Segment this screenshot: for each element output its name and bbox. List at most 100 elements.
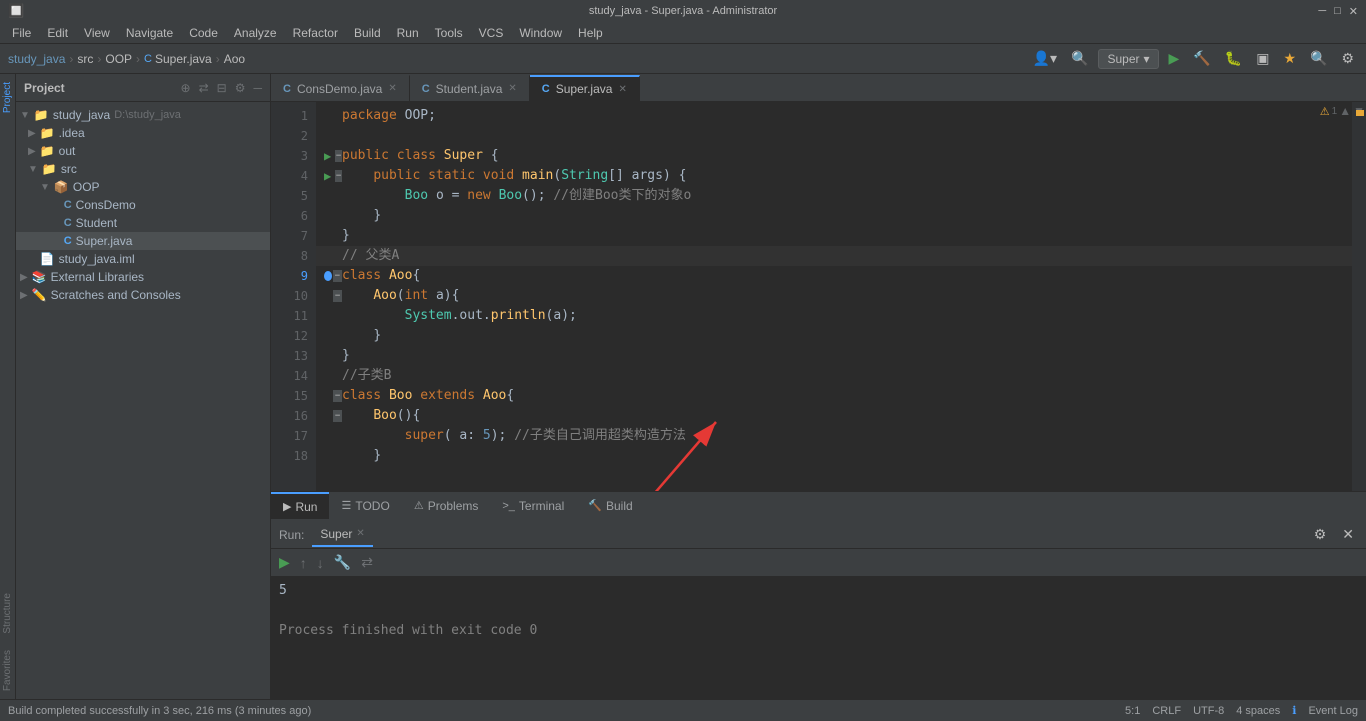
tree-item-iml[interactable]: ▶ 📄 study_java.iml [16, 250, 270, 268]
run-gutter-4[interactable]: ▶ [324, 166, 331, 186]
run-gutter-3[interactable]: ▶ [324, 146, 331, 166]
iml-icon: 📄 [40, 252, 55, 266]
bottom-tab-run[interactable]: ▶ Run [271, 492, 329, 519]
breadcrumb-class[interactable]: Aoo [224, 52, 245, 66]
tree-item-scratches[interactable]: ▶ ✏️ Scratches and Consoles [16, 286, 270, 304]
indent[interactable]: 4 spaces [1236, 705, 1280, 717]
bottom-tab-todo[interactable]: ☰ TODO [329, 492, 401, 519]
tree-item-root[interactable]: ▼ 📁 study_java D:\study_java [16, 106, 270, 124]
find-button[interactable]: 🔍 [1306, 48, 1331, 69]
fold-btn-3[interactable]: − [335, 150, 342, 162]
tab-super[interactable]: C Super.java ✕ [530, 75, 640, 101]
sidebar-tabs: Project Structure Favorites [0, 74, 16, 699]
student-tab-icon: C [422, 83, 430, 95]
breakpoint-9[interactable] [324, 271, 332, 281]
menu-window[interactable]: Window [511, 24, 570, 42]
run-label: Run: [279, 528, 304, 542]
menu-help[interactable]: Help [570, 24, 611, 42]
fold-btn-10[interactable]: − [333, 290, 342, 302]
scratches-icon: ✏️ [32, 288, 47, 302]
breadcrumb-project[interactable]: study_java [8, 52, 65, 66]
oop-folder-icon: 📦 [54, 180, 69, 194]
bottom-tab-problems[interactable]: ⚠ Problems [402, 492, 491, 519]
menu-build[interactable]: Build [346, 24, 389, 42]
debug-button[interactable]: 🐛 [1221, 48, 1246, 69]
build-status: Build completed successfully in 3 sec, 2… [8, 705, 311, 717]
menu-view[interactable]: View [76, 24, 118, 42]
breadcrumb-src[interactable]: src [77, 52, 93, 66]
project-panel: Project ⊕ ⇄ ⊟ ⚙ ─ ▼ 📁 study_java D:\stud… [16, 74, 271, 699]
run-config-selector[interactable]: Super ▾ [1098, 49, 1158, 69]
fold-btn-15[interactable]: − [333, 390, 342, 402]
settings-button[interactable]: ⚙ [1337, 48, 1358, 69]
menu-refactor[interactable]: Refactor [285, 24, 346, 42]
filter-btn[interactable]: 🔧 [330, 552, 355, 573]
scroll-down-btn[interactable]: ↓ [313, 553, 328, 573]
tab-student[interactable]: C Student.java ✕ [410, 75, 530, 101]
build-button[interactable]: 🔨 [1189, 48, 1214, 69]
run-settings-btn[interactable]: ⚙ [1310, 524, 1331, 545]
add-icon[interactable]: ⊕ [181, 81, 191, 95]
menu-code[interactable]: Code [181, 24, 226, 42]
coverage-button[interactable]: ▣ [1252, 48, 1273, 69]
menu-vcs[interactable]: VCS [471, 24, 512, 42]
menu-tools[interactable]: Tools [427, 24, 471, 42]
breadcrumb-file[interactable]: C Super.java [144, 52, 212, 66]
sidebar-tab-favorites[interactable]: Favorites [0, 642, 15, 699]
close-button[interactable]: ✕ [1349, 5, 1358, 18]
bottom-tab-terminal[interactable]: >_ Terminal [490, 492, 576, 519]
minimize-panel-icon[interactable]: ─ [253, 81, 262, 95]
event-log[interactable]: Event Log [1308, 705, 1358, 717]
menu-navigate[interactable]: Navigate [118, 24, 181, 42]
run-panel-close-btn[interactable]: ✕ [1338, 524, 1358, 545]
tree-item-super[interactable]: ▶ C Super.java [16, 232, 270, 250]
minimize-button[interactable]: ─ [1318, 5, 1326, 18]
menu-file[interactable]: File [4, 24, 39, 42]
scroll-up-btn[interactable]: ↑ [296, 553, 311, 573]
line-ending[interactable]: CRLF [1152, 705, 1181, 717]
bookmark-button[interactable]: ★ [1279, 48, 1300, 69]
maximize-button[interactable]: □ [1334, 5, 1341, 18]
super-close-btn[interactable]: ✕ [618, 84, 626, 95]
tree-item-student[interactable]: ▶ C Student [16, 214, 270, 232]
tree-item-extlibs[interactable]: ▶ 📚 External Libraries [16, 268, 270, 286]
run-tab-close[interactable]: ✕ [356, 528, 364, 539]
fold-btn-9[interactable]: − [333, 270, 342, 282]
encoding[interactable]: UTF-8 [1193, 705, 1224, 717]
problems-tab-label: Problems [428, 499, 479, 513]
breadcrumb-oop[interactable]: OOP [105, 52, 132, 66]
tab-consdemo[interactable]: C ConsDemo.java ✕ [271, 75, 410, 101]
menu-edit[interactable]: Edit [39, 24, 76, 42]
tree-item-src[interactable]: ▼ 📁 src [16, 160, 270, 178]
tree-item-oop[interactable]: ▼ 📦 OOP [16, 178, 270, 196]
collapse-icon[interactable]: ⊟ [217, 81, 227, 95]
menu-analyze[interactable]: Analyze [226, 24, 285, 42]
search-everywhere-button[interactable]: 🔍 [1067, 48, 1092, 69]
sync-icon[interactable]: ⇄ [199, 81, 209, 95]
student-close-btn[interactable]: ✕ [508, 83, 516, 94]
menu-bar: File Edit View Navigate Code Analyze Ref… [0, 22, 1366, 44]
run-button[interactable]: ▶ [1165, 48, 1184, 69]
bottom-tab-build[interactable]: 🔨 Build [576, 492, 644, 519]
sidebar-tab-project[interactable]: Project [0, 74, 15, 121]
tree-item-idea[interactable]: ▶ 📁 .idea [16, 124, 270, 142]
fold-btn-4[interactable]: − [335, 170, 342, 182]
project-panel-header: Project ⊕ ⇄ ⊟ ⚙ ─ [16, 74, 270, 102]
code-line-3: ▶ − public class Super { [316, 146, 1352, 166]
sidebar-tab-structure[interactable]: Structure [0, 585, 15, 642]
student-tab-label: Student.java [436, 82, 503, 96]
code-content[interactable]: package OOP; ▶ − public class Super { [316, 102, 1352, 491]
tree-item-out[interactable]: ▶ 📁 out [16, 142, 270, 160]
settings-icon[interactable]: ⚙ [235, 81, 246, 95]
wrap-btn[interactable]: ⇄ [357, 552, 377, 573]
code-editor[interactable]: 1 2 3 4 5 6 7 8 9 10 11 12 13 14 15 16 1… [271, 102, 1366, 491]
tree-item-consdemo[interactable]: ▶ C ConsDemo [16, 196, 270, 214]
consdemo-close-btn[interactable]: ✕ [388, 83, 396, 94]
project-tree: ▼ 📁 study_java D:\study_java ▶ 📁 .idea ▶… [16, 102, 270, 699]
menu-run[interactable]: Run [389, 24, 427, 42]
run-tab-super[interactable]: Super ✕ [312, 523, 372, 547]
cursor-position[interactable]: 5:1 [1125, 705, 1140, 717]
fold-btn-16[interactable]: − [333, 410, 342, 422]
account-button[interactable]: 👤▾ [1029, 48, 1061, 69]
rerun-button[interactable]: ▶ [275, 552, 294, 573]
